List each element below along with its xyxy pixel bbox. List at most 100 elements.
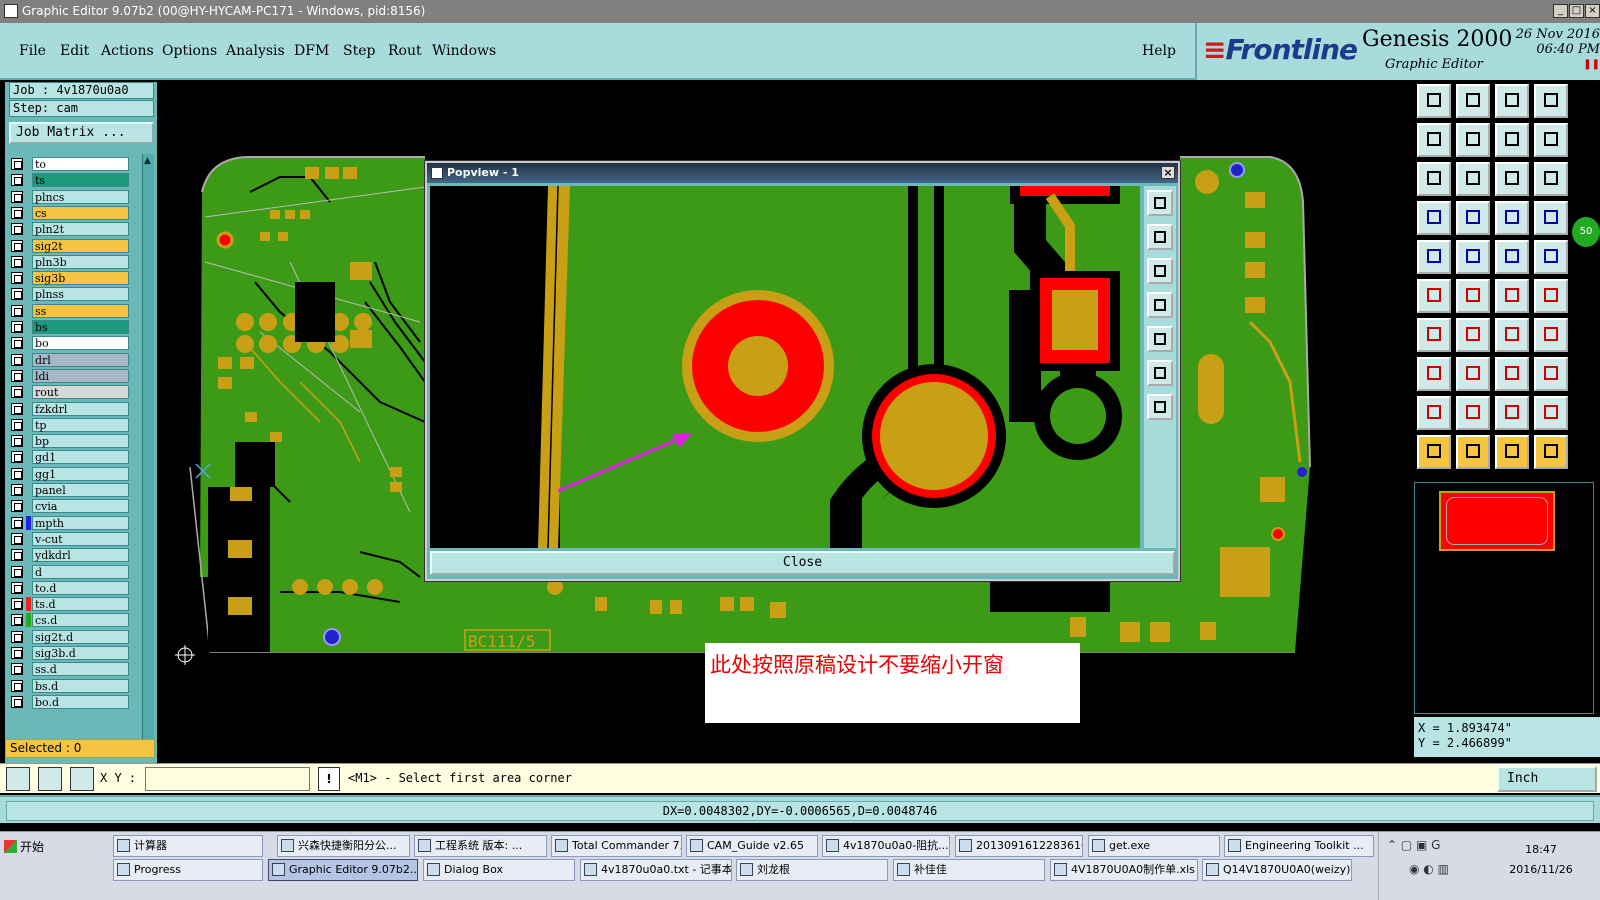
- layer-name[interactable]: plncs: [32, 189, 129, 204]
- layer-row-ss[interactable]: ss: [9, 303, 133, 318]
- menu-edit[interactable]: Edit: [60, 43, 89, 59]
- taskbar-button[interactable]: Total Commander 7...: [551, 835, 682, 857]
- fit-all-icon[interactable]: [1417, 162, 1451, 196]
- taskbar-button[interactable]: 刘龙根: [736, 859, 888, 881]
- triangle-a-icon[interactable]: [1417, 396, 1451, 430]
- split-icon[interactable]: [1534, 318, 1568, 352]
- net-highlight-icon[interactable]: [1534, 201, 1568, 235]
- layer-row-fzkdrl[interactable]: fzkdrl: [9, 401, 133, 416]
- layer-checkbox[interactable]: [11, 386, 23, 399]
- layer-checkbox[interactable]: [11, 565, 23, 578]
- layer-row-cs-d[interactable]: cs.d: [9, 613, 133, 628]
- layer-checkbox[interactable]: [11, 435, 23, 448]
- pointer-select-icon[interactable]: [1456, 435, 1490, 469]
- minimize-button[interactable]: _: [1553, 4, 1568, 18]
- taskbar-button[interactable]: get.exe: [1088, 835, 1220, 857]
- layer-row-bo[interactable]: bo: [9, 336, 133, 351]
- home-icon[interactable]: [1495, 84, 1529, 118]
- layer-checkbox[interactable]: [11, 516, 23, 529]
- zoom-step-icon[interactable]: [1534, 123, 1568, 157]
- zoom-in-icon[interactable]: [1417, 84, 1451, 118]
- scroll-up-icon[interactable]: ▲: [144, 156, 153, 166]
- layer-checkbox[interactable]: [11, 630, 23, 643]
- layer-name[interactable]: sig2t.d: [32, 629, 129, 644]
- node-edit-icon[interactable]: [1417, 279, 1451, 313]
- triangle-c-icon[interactable]: [1495, 396, 1529, 430]
- popview-tool-pan-right[interactable]: [1147, 326, 1173, 352]
- menu-analysis[interactable]: Analysis: [226, 43, 285, 59]
- layer-name[interactable]: ss: [32, 303, 129, 318]
- layer-name[interactable]: d: [32, 564, 129, 579]
- tray-icons-row-2[interactable]: ◉ ◐ ▥: [1409, 862, 1479, 878]
- menu-dfm[interactable]: DFM: [294, 43, 329, 59]
- taskbar-button[interactable]: 2013091612283610...: [955, 835, 1083, 857]
- triangle-b-icon[interactable]: [1456, 396, 1490, 430]
- popview-tool-home[interactable]: [1147, 394, 1173, 420]
- overview-thumbnail[interactable]: [1414, 482, 1594, 714]
- triangle-d-icon[interactable]: [1534, 396, 1568, 430]
- layer-checkbox[interactable]: [11, 223, 23, 236]
- measure-icon[interactable]: [1495, 201, 1529, 235]
- connect-icon[interactable]: [1534, 279, 1568, 313]
- layer-name[interactable]: gd1: [32, 450, 129, 465]
- layer-name[interactable]: fzkdrl: [32, 401, 129, 416]
- hbox-icon[interactable]: [1495, 357, 1529, 391]
- layer-name[interactable]: ydkdrl: [32, 548, 129, 563]
- start-button[interactable]: 开始: [2, 836, 52, 858]
- layer-checkbox[interactable]: [11, 288, 23, 301]
- layer-row-ts-d[interactable]: ts.d: [9, 597, 133, 612]
- layer-row-sig2t-d[interactable]: sig2t.d: [9, 629, 133, 644]
- layer-checkbox[interactable]: [11, 272, 23, 285]
- layer-name[interactable]: ss.d: [32, 662, 129, 677]
- layer-name[interactable]: sig2t: [32, 238, 129, 253]
- layer-name[interactable]: bp: [32, 434, 129, 449]
- layer-checkbox[interactable]: [11, 500, 23, 513]
- layer-row-bs-d[interactable]: bs.d: [9, 678, 133, 693]
- layer-checkbox[interactable]: [11, 581, 23, 594]
- taskbar-button[interactable]: Graphic Editor 9.07b2...: [268, 859, 418, 881]
- layer-checkbox[interactable]: [11, 663, 23, 676]
- taskbar-button[interactable]: Dialog Box: [423, 859, 575, 881]
- taskbar-button[interactable]: CAM_Guide v2.65: [686, 835, 818, 857]
- layer-name[interactable]: to.d: [32, 580, 129, 595]
- layer-name[interactable]: panel: [32, 483, 129, 497]
- pointer-net-icon[interactable]: [1534, 435, 1568, 469]
- layer-name[interactable]: drl: [32, 352, 129, 367]
- popview-tool-zoom-out[interactable]: [1147, 224, 1173, 250]
- layer-checkbox[interactable]: [11, 158, 23, 170]
- layer-name[interactable]: sig3b: [32, 271, 129, 286]
- taskbar-button[interactable]: 补佳佳: [893, 859, 1045, 881]
- layer-row-pln3b[interactable]: pln3b: [9, 254, 133, 269]
- layer-name[interactable]: to: [32, 157, 129, 171]
- layer-checkbox[interactable]: [11, 598, 23, 611]
- layer-row-to[interactable]: to: [9, 157, 133, 171]
- slash-icon[interactable]: [1456, 318, 1490, 352]
- layer-checkbox[interactable]: [11, 190, 23, 203]
- layer-name[interactable]: cs.d: [32, 613, 129, 628]
- alert-icon[interactable]: !: [318, 767, 340, 791]
- layer-row-ldi[interactable]: ldi: [9, 368, 133, 383]
- layer-checkbox[interactable]: [11, 321, 23, 333]
- layer-row-mpth[interactable]: mpth: [9, 515, 133, 530]
- layer-name[interactable]: gg1: [32, 466, 129, 481]
- layer-row-sig2t[interactable]: sig2t: [9, 238, 133, 253]
- layer-row-plnss[interactable]: plnss: [9, 287, 133, 302]
- line-tool-icon[interactable]: [6, 767, 30, 791]
- layer-name[interactable]: bs: [32, 320, 129, 334]
- taskbar-button[interactable]: 计算器: [113, 835, 263, 857]
- layer-name[interactable]: cvia: [32, 499, 129, 514]
- layer-row-rout[interactable]: rout: [9, 385, 133, 400]
- tray-clock[interactable]: 18:47 2016/11/26: [1487, 840, 1595, 880]
- xy-input[interactable]: [145, 767, 310, 791]
- popview-zoom-view[interactable]: [430, 186, 1140, 548]
- pan-left-icon[interactable]: [1417, 123, 1451, 157]
- color-fill-icon[interactable]: [1456, 240, 1490, 274]
- taskbar-button[interactable]: Q14V1870U0A0(weizy)2...: [1202, 859, 1352, 881]
- minus-icon[interactable]: [1456, 357, 1490, 391]
- layer-checkbox[interactable]: [11, 369, 23, 382]
- layer-name[interactable]: rout: [32, 385, 129, 400]
- swap-icon[interactable]: [1534, 357, 1568, 391]
- angle-line-icon[interactable]: [1417, 318, 1451, 352]
- help-icon[interactable]: [1534, 162, 1568, 196]
- fill-circle-icon[interactable]: [1534, 240, 1568, 274]
